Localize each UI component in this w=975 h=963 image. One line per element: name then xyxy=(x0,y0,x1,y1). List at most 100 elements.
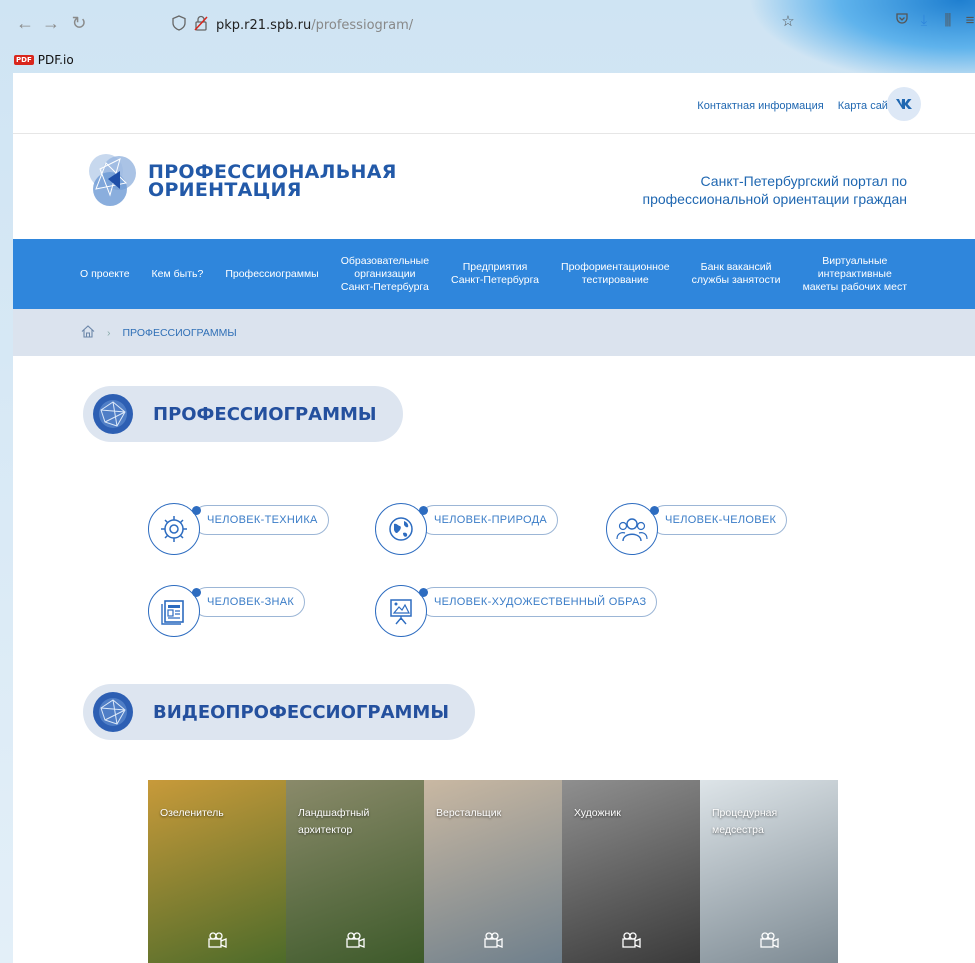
menu-label: Профориентационное xyxy=(561,261,670,273)
logo-line2: ОРИЕНТАЦИЯ xyxy=(148,179,302,201)
breadcrumb: › ПРОФЕССИОГРАММЫ xyxy=(13,309,975,356)
section-title-videos: ВИДЕОПРОФЕССИОГРАММЫ xyxy=(153,701,449,723)
bookmark-pdfio[interactable]: PDF.io xyxy=(38,53,74,67)
logo-icon[interactable] xyxy=(86,149,138,211)
menu-item-vacancies[interactable]: Банк вакансий службы занятости xyxy=(681,261,792,287)
menu-label: интерактивные xyxy=(817,267,892,280)
forward-icon[interactable]: → xyxy=(40,12,62,34)
globe-network-icon xyxy=(93,394,133,434)
video-label-line1: Верстальщик xyxy=(436,807,502,819)
menu-label: Образовательные xyxy=(340,254,430,267)
video-label: Озеленитель xyxy=(160,805,224,822)
menu-icon[interactable]: ≡ xyxy=(960,12,975,34)
menu-label: Кем быть? xyxy=(151,267,204,280)
menu-item-about[interactable]: О проекте xyxy=(69,268,141,281)
menu-label: Виртуальные xyxy=(822,254,888,267)
download-icon[interactable]: ⤓ xyxy=(914,12,934,34)
people-icon xyxy=(606,503,659,555)
menu-item-testing[interactable]: Профориентационное тестирование xyxy=(550,261,681,287)
back-icon[interactable]: ← xyxy=(14,12,36,34)
category-tech-button[interactable]: ЧЕЛОВЕК-ТЕХНИКА xyxy=(148,503,329,555)
video-card[interactable]: Художник xyxy=(562,780,700,963)
menu-item-education[interactable]: Образовательные организации Санкт-Петерб… xyxy=(330,255,440,294)
video-label: Верстальщик xyxy=(436,805,501,822)
web-page: Контактная информация Карта сайта ПРОФЕС… xyxy=(13,73,975,963)
main-menu: О проекте Кем быть? Профессиограммы Обра… xyxy=(13,239,975,309)
category-label: ЧЕЛОВЕК-ХУДОЖЕСТВЕННЫЙ ОБРАЗ xyxy=(419,587,658,617)
video-camera-icon xyxy=(207,932,227,953)
menu-item-virtual[interactable]: Виртуальные интерактивные макеты рабочих… xyxy=(792,255,918,294)
video-card[interactable]: Озеленитель xyxy=(148,780,286,963)
category-label: ЧЕЛОВЕК-ПРИРОДА xyxy=(419,505,559,535)
category-label: ЧЕЛОВЕК-ЧЕЛОВЕК xyxy=(650,505,788,535)
menu-label: О проекте xyxy=(80,267,130,280)
gear-icon xyxy=(148,503,201,555)
site-header: ПРОФЕССИОНАЛЬНАЯ ОРИЕНТАЦИЯ Санкт-Петерб… xyxy=(13,134,975,239)
menu-label: Санкт-Петербурга xyxy=(340,280,429,293)
category-label: ЧЕЛОВЕК-ТЕХНИКА xyxy=(192,505,329,535)
portal-title: Санкт-Петербургский портал по профессион… xyxy=(642,172,907,208)
video-camera-icon xyxy=(345,932,365,953)
section-title-professiograms: ПРОФЕССИОГРАММЫ xyxy=(153,403,377,425)
easel-icon xyxy=(375,585,428,637)
video-card[interactable]: Процедурная медсестра xyxy=(700,780,838,963)
pocket-icon[interactable] xyxy=(892,12,912,34)
video-label-line2: архитектор xyxy=(298,824,353,836)
bookmarks-bar: PDF PDF.io xyxy=(0,50,74,70)
document-icon xyxy=(148,585,201,637)
category-nature-button[interactable]: ЧЕЛОВЕК-ПРИРОДА xyxy=(375,503,559,555)
menu-label: организации xyxy=(354,267,416,280)
bookmark-star-icon[interactable]: ☆ xyxy=(778,12,798,34)
video-camera-icon xyxy=(759,932,779,953)
menu-label: Банк вакансий xyxy=(700,261,772,273)
menu-label: службы занятости xyxy=(691,274,781,286)
url-bar[interactable]: pkp.r21.spb.ru/professiogram/ xyxy=(172,12,802,38)
vk-icon[interactable] xyxy=(887,87,921,121)
menu-item-career[interactable]: Кем быть? xyxy=(141,268,215,281)
video-card[interactable]: Верстальщик xyxy=(424,780,562,963)
breadcrumb-current: ПРОФЕССИОГРАММЫ xyxy=(122,326,237,339)
browser-window: ← → ↻ pkp.r21.spb.ru/professiogram/ ☆ ⤓ … xyxy=(0,0,975,963)
top-bar: Контактная информация Карта сайта xyxy=(13,73,975,134)
menu-item-professiograms[interactable]: Профессиограммы xyxy=(214,268,329,281)
contact-info-link[interactable]: Контактная информация xyxy=(697,100,823,112)
category-label: ЧЕЛОВЕК-ЗНАК xyxy=(192,587,306,617)
logo-text[interactable]: ПРОФЕССИОНАЛЬНАЯ ОРИЕНТАЦИЯ xyxy=(148,163,397,201)
section-professiograms: ПРОФЕССИОГРАММЫ xyxy=(83,386,403,442)
top-links: Контактная информация Карта сайта xyxy=(697,100,899,112)
section-videos: ВИДЕОПРОФЕССИОГРАММЫ xyxy=(83,684,475,740)
video-label-line1: Ландшафтный xyxy=(298,807,370,819)
video-card[interactable]: Ландшафтный архитектор xyxy=(286,780,424,963)
menu-label: Санкт-Петербурга xyxy=(451,274,540,286)
menu-item-enterprises[interactable]: Предприятия Санкт-Петербурга xyxy=(440,261,550,287)
globe-icon xyxy=(375,503,428,555)
insecure-lock-icon[interactable] xyxy=(194,15,208,35)
url-text[interactable]: pkp.r21.spb.ru/professiogram/ xyxy=(216,18,413,33)
shield-icon[interactable] xyxy=(172,15,186,35)
category-art-button[interactable]: ЧЕЛОВЕК-ХУДОЖЕСТВЕННЫЙ ОБРАЗ xyxy=(375,585,658,637)
breadcrumb-separator-icon: › xyxy=(107,326,111,339)
category-people-button[interactable]: ЧЕЛОВЕК-ЧЕЛОВЕК xyxy=(606,503,788,555)
globe-network-icon xyxy=(93,692,133,732)
video-camera-icon xyxy=(621,932,641,953)
browser-toolbar: ← → ↻ pkp.r21.spb.ru/professiogram/ ☆ ⤓ … xyxy=(0,0,975,58)
library-icon[interactable]: ⫼ xyxy=(938,12,958,34)
url-path: /professiogram/ xyxy=(311,17,414,33)
home-icon[interactable] xyxy=(81,324,95,341)
category-sign-button[interactable]: ЧЕЛОВЕК-ЗНАК xyxy=(148,585,306,637)
portal-title-line1: Санкт-Петербургский портал по xyxy=(700,173,907,189)
video-label: Художник xyxy=(574,805,621,822)
menu-label: макеты рабочих мест xyxy=(802,280,908,293)
reload-icon[interactable]: ↻ xyxy=(68,12,90,34)
video-label: Ландшафтный архитектор xyxy=(298,805,369,839)
video-label-line1: Художник xyxy=(574,807,621,819)
video-gallery: Озеленитель Ландшафтный архитектор Верст… xyxy=(148,780,838,963)
video-label: Процедурная медсестра xyxy=(712,805,777,839)
video-label-line1: Озеленитель xyxy=(160,807,224,819)
video-label-line1: Процедурная xyxy=(712,807,778,819)
menu-label: тестирование xyxy=(581,274,649,286)
pdf-io-icon: PDF xyxy=(14,55,34,65)
portal-title-line2: профессиональной ориентации граждан xyxy=(642,191,907,207)
url-host: pkp.r21.spb.ru xyxy=(216,17,312,33)
menu-label: Предприятия xyxy=(462,261,528,273)
